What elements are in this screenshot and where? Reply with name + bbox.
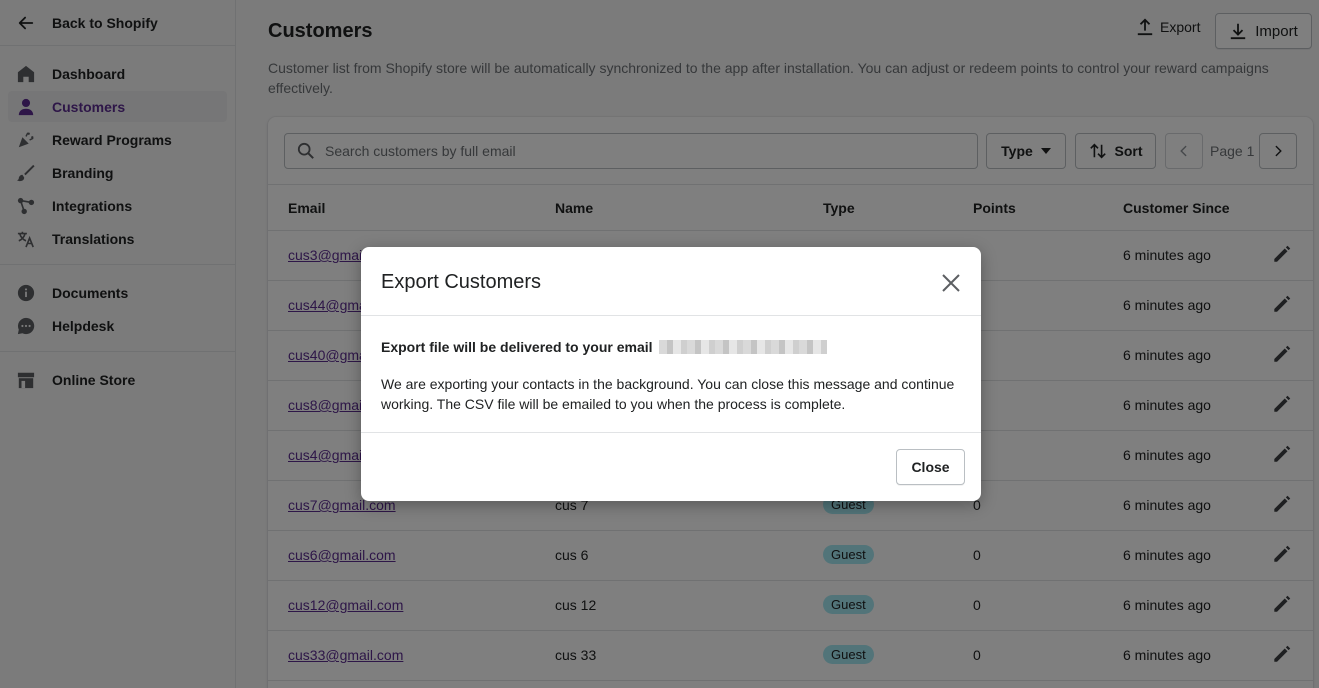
close-icon[interactable] [939, 271, 963, 295]
delivery-notice: Export file will be delivered to your em… [381, 339, 827, 355]
modal-header: Export Customers [361, 247, 981, 316]
modal-title: Export Customers [381, 271, 542, 293]
redacted-email [658, 340, 827, 354]
modal-message: We are exporting your contacts in the ba… [381, 376, 955, 412]
close-button[interactable]: Close [896, 449, 965, 485]
delivery-text: Export file will be delivered to your em… [381, 339, 653, 355]
modal-footer: Close [361, 433, 981, 501]
export-customers-modal: Export Customers Export file will be del… [361, 247, 981, 501]
modal-body: Export file will be delivered to your em… [361, 316, 981, 433]
